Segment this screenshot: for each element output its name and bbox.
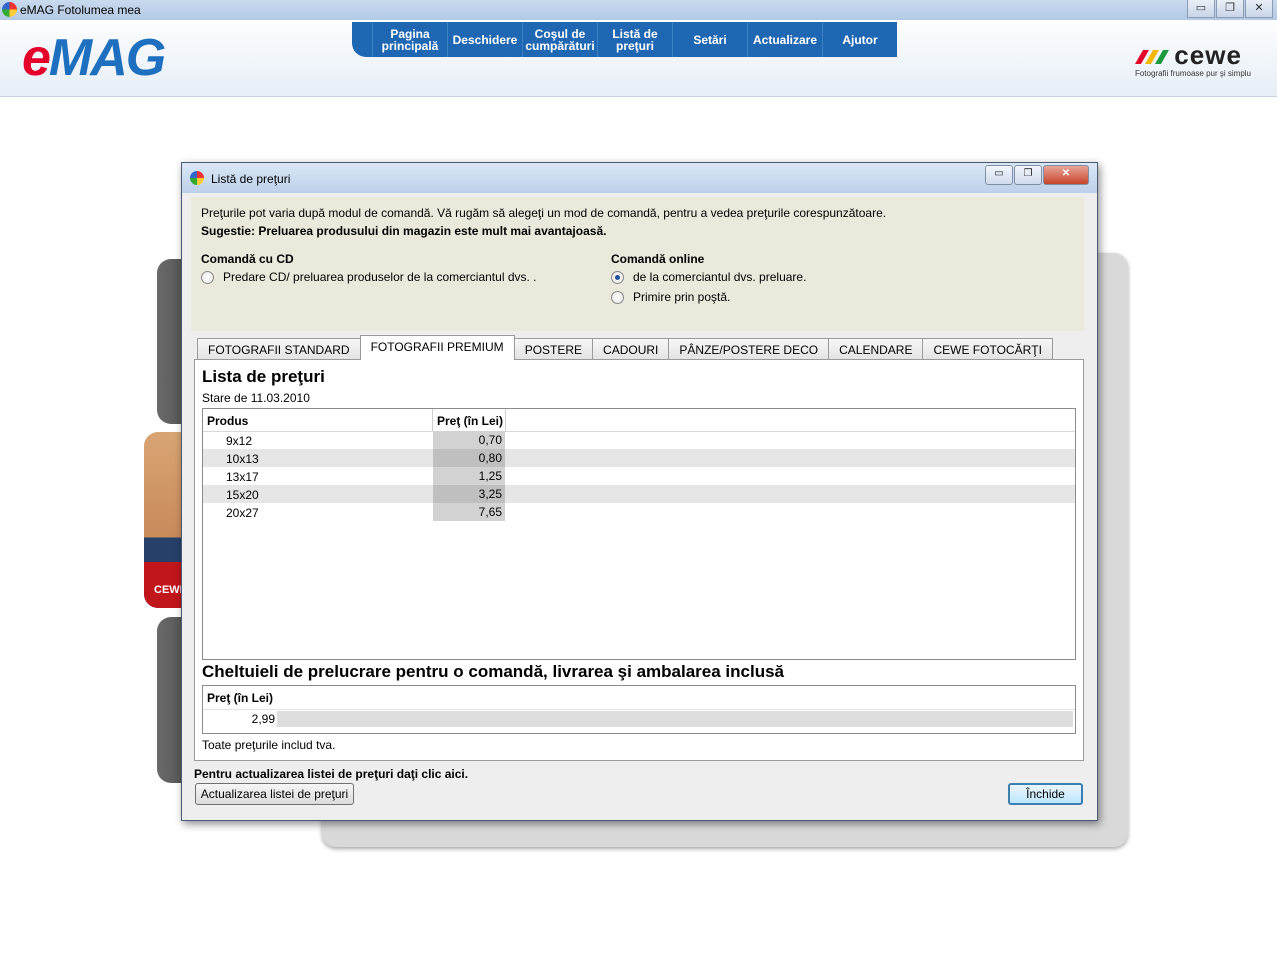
cd-order-title: Comandă cu CD: [201, 252, 294, 266]
app-icon: [2, 2, 17, 17]
nav-settings[interactable]: Setări: [672, 22, 747, 57]
update-price-list-button[interactable]: Actualizarea listei de preţuri: [195, 783, 354, 805]
cell-price: 0,80: [433, 449, 505, 467]
dialog-titlebar: Listă de preţuri ▭ ❐ ✕: [182, 163, 1097, 193]
table-row[interactable]: 20x27 7,65: [203, 503, 1075, 521]
tab-posters[interactable]: POSTERE: [513, 338, 594, 360]
cewe-tagline: Fotografii frumoase pur şi simplu: [1134, 69, 1251, 78]
update-hint: Pentru actualizarea listei de preţuri da…: [194, 767, 469, 781]
costs-row-fill: [277, 711, 1073, 727]
cell-price: 3,25: [433, 485, 505, 503]
online-order-title: Comandă online: [611, 252, 705, 266]
vat-note: Toate preţurile includ tva.: [202, 738, 336, 752]
radio-post-delivery-label: Primire prin poştă.: [633, 290, 731, 304]
price-list-dialog: Listă de preţuri ▭ ❐ ✕ Preţurile pot var…: [181, 162, 1098, 821]
cell-product: 10x13: [226, 452, 259, 466]
close-icon[interactable]: ✕: [1245, 0, 1273, 18]
radio-store-pickup-circle[interactable]: [611, 270, 624, 284]
cell-product: 13x17: [226, 470, 259, 484]
cewe-logo: cewe Fotografii frumoase pur şi simplu: [1134, 40, 1251, 78]
table-row[interactable]: 13x17 1,25: [203, 467, 1075, 485]
dialog-controls: ▭ ❐ ✕: [984, 165, 1089, 185]
nav-price-list[interactable]: Listă de preţuri: [597, 22, 672, 57]
emag-logo: eMAG: [22, 29, 166, 87]
dialog-app-icon: [190, 171, 204, 185]
close-button[interactable]: Închide: [1008, 783, 1083, 805]
tab-standard-photos[interactable]: FOTOGRAFII STANDARD: [197, 338, 361, 360]
column-separator: [432, 409, 433, 431]
tab-premium-photos[interactable]: FOTOGRAFII PREMIUM: [359, 335, 515, 360]
radio-store-pickup[interactable]: de la comerciantul dvs. preluare.: [611, 270, 806, 284]
nav-help[interactable]: Ajutor: [822, 22, 897, 57]
cell-price: 0,70: [433, 431, 505, 449]
dialog-close-icon[interactable]: ✕: [1043, 165, 1089, 185]
radio-store-pickup-label: de la comerciantul dvs. preluare.: [633, 270, 807, 284]
nav-update[interactable]: Actualizare: [747, 22, 822, 57]
tab-panel: Lista de preţuri Stare de 11.03.2010 Pro…: [194, 359, 1084, 761]
product-tabs: FOTOGRAFII STANDARD FOTOGRAFII PREMIUM P…: [197, 335, 1053, 360]
cell-price: 1,25: [433, 467, 505, 485]
radio-cd-delivery-circle[interactable]: [201, 270, 214, 284]
logo-e: e: [22, 29, 51, 87]
nav-open[interactable]: Deschidere: [447, 22, 522, 57]
window-controls: ▭ ❐ ✕: [1186, 0, 1273, 18]
main-nav: Pagina principală Deschidere Coşul de cu…: [352, 22, 897, 57]
dialog-maximize-icon[interactable]: ❐: [1014, 165, 1042, 185]
maximize-icon[interactable]: ❐: [1216, 0, 1244, 18]
cell-product: 15x20: [226, 488, 259, 502]
cell-product: 20x27: [226, 506, 259, 520]
column-product[interactable]: Produs: [207, 414, 248, 428]
table-row[interactable]: 9x12 0,70: [203, 431, 1075, 449]
table-row[interactable]: 10x13 0,80: [203, 449, 1075, 467]
info-text: Preţurile pot varia după modul de comand…: [201, 206, 887, 220]
costs-column-price: Preţ (în Lei): [207, 691, 274, 705]
tab-photobooks[interactable]: CEWE FOTOCĂRŢI: [922, 338, 1053, 360]
radio-cd-delivery-label: Predare CD/ preluarea produselor de la c…: [223, 270, 537, 284]
cewe-mark-icon: [1134, 49, 1169, 64]
cell-product: 9x12: [226, 434, 253, 448]
price-list-date: Stare de 11.03.2010: [202, 391, 310, 405]
window-title: eMAG Fotolumea mea: [20, 3, 141, 17]
radio-post-delivery-circle[interactable]: [611, 290, 624, 304]
table-row[interactable]: 15x20 3,25: [203, 485, 1075, 503]
radio-post-delivery[interactable]: Primire prin poştă.: [611, 290, 730, 304]
nav-cart[interactable]: Coşul de cumpărături: [522, 22, 597, 57]
costs-value: 2,99: [251, 712, 275, 726]
tab-gifts[interactable]: CADOURI: [592, 338, 670, 360]
table-header: Produs Preţ (în Lei): [203, 409, 1075, 432]
dialog-minimize-icon[interactable]: ▭: [985, 165, 1013, 185]
column-price[interactable]: Preţ (în Lei): [437, 414, 503, 428]
price-table[interactable]: Produs Preţ (în Lei) 9x12 0,70 10x13 0,8…: [202, 408, 1076, 660]
price-list-title: Lista de preţuri: [202, 367, 325, 386]
suggestion-text: Sugestie: Preluarea produsului din magaz…: [201, 224, 607, 238]
column-separator: [505, 409, 506, 431]
costs-row[interactable]: 2,99: [203, 709, 1075, 728]
tab-canvas-posters[interactable]: PÂNZE/POSTERE DECO: [668, 338, 830, 360]
cewe-wordmark: cewe: [1174, 40, 1242, 70]
app-header: eMAG Pagina principală Deschidere Coşul …: [0, 20, 1277, 97]
cell-price: 7,65: [433, 503, 505, 521]
radio-cd-delivery[interactable]: Predare CD/ preluarea produselor de la c…: [201, 270, 537, 284]
window-titlebar: eMAG Fotolumea mea ▭ ❐ ✕: [0, 0, 1277, 20]
tab-calendars[interactable]: CALENDARE: [828, 338, 924, 360]
minimize-icon[interactable]: ▭: [1187, 0, 1215, 18]
dialog-title: Listă de preţuri: [211, 172, 291, 186]
costs-title: Cheltuieli de prelucrare pentru o comand…: [202, 662, 785, 681]
logo-mag: MAG: [48, 29, 166, 87]
order-mode-pane: Preţurile pot varia după modul de comand…: [191, 197, 1084, 331]
costs-table[interactable]: Preţ (în Lei) 2,99: [202, 685, 1076, 734]
nav-home[interactable]: Pagina principală: [372, 22, 447, 57]
